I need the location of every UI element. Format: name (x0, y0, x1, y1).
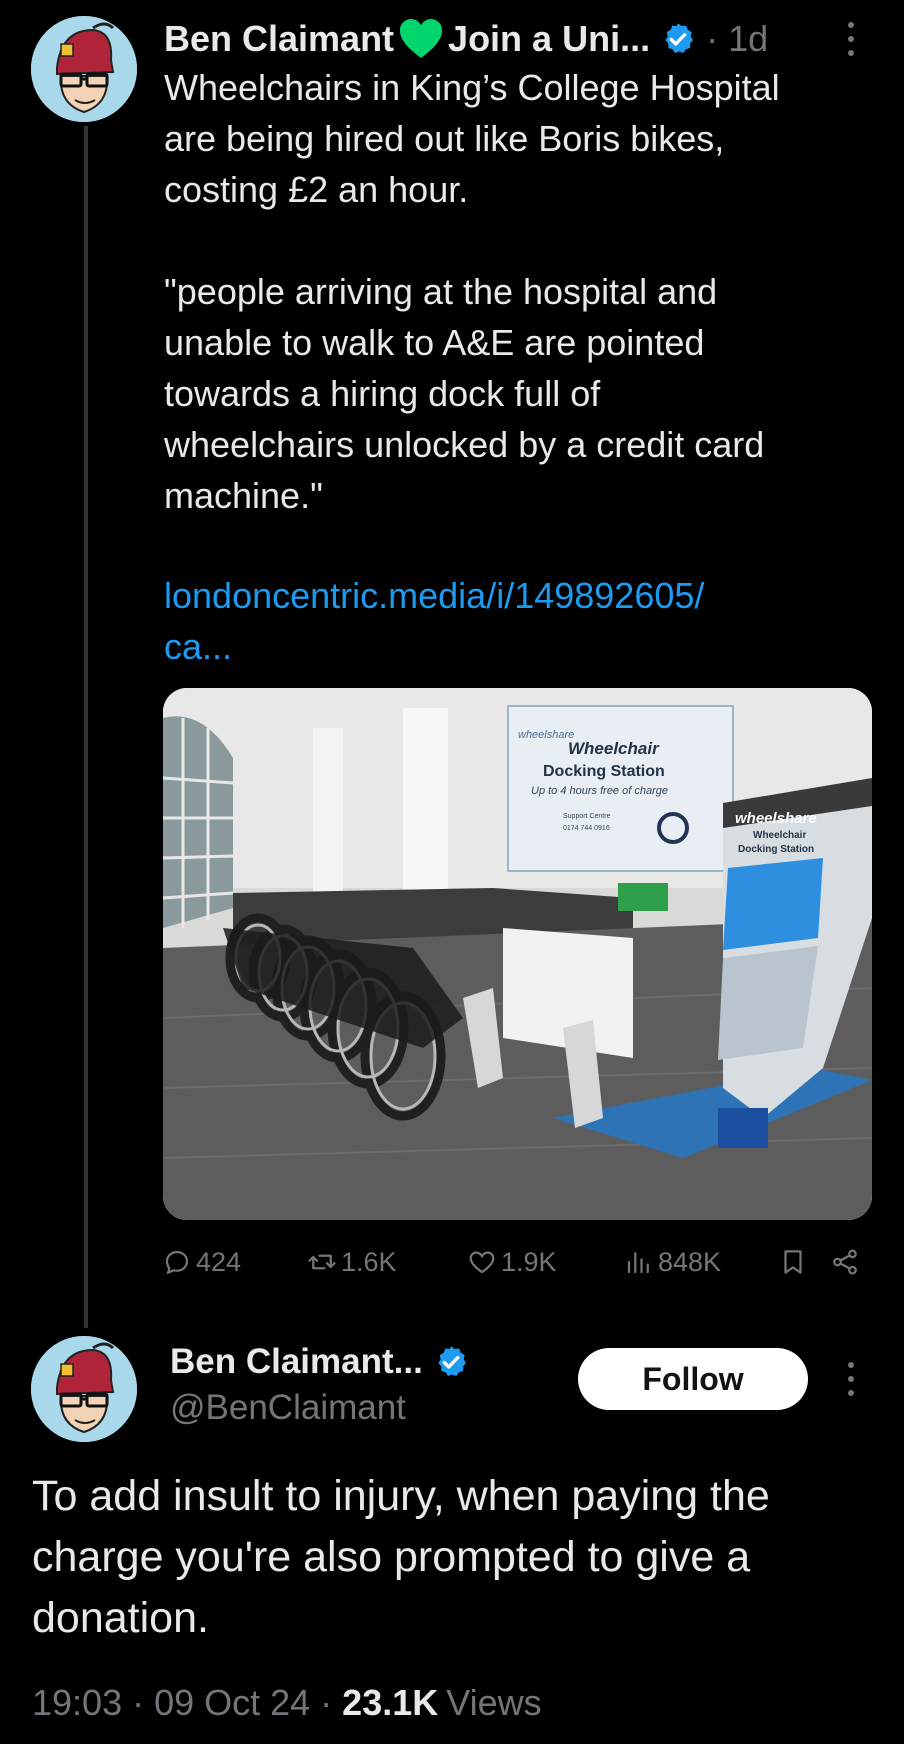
sign-support: Support Centre (563, 813, 611, 820)
follow-button[interactable]: Follow (578, 1348, 808, 1410)
post2-views-count: 23.1K (342, 1682, 439, 1723)
post1-author-suffix[interactable]: Join a Uni... (448, 18, 650, 60)
verified-badge-icon (438, 1346, 466, 1376)
views-button[interactable]: 848K (624, 1244, 721, 1280)
post1-author-name[interactable]: Ben Claimant (164, 18, 394, 60)
repost-icon (308, 1254, 336, 1270)
like-count: 1.9K (501, 1246, 557, 1277)
post2-views-label: Views (446, 1682, 542, 1723)
sign-brand: wheelshare (518, 729, 574, 741)
author-avatar[interactable] (31, 16, 137, 122)
green-heart-icon (400, 19, 443, 58)
repost-count: 1.6K (341, 1246, 397, 1277)
post1-header: Ben Claimant Join a Uni... · 1d (164, 16, 768, 62)
views-count: 848K (658, 1246, 722, 1277)
post1-media-image[interactable]: wheelshare Wheelchair Docking Station Up… (163, 688, 872, 1220)
post2-author-name[interactable]: Ben Claimant... (170, 1342, 423, 1382)
repost-button[interactable]: 1.6K (307, 1244, 397, 1280)
verified-badge-icon (665, 23, 694, 53)
post2-more-icon[interactable] (846, 1362, 856, 1396)
share-icon (833, 1249, 857, 1275)
avatar-cartoon-icon (31, 1336, 137, 1442)
kiosk-sub2: Docking Station (738, 844, 814, 855)
bookmark-icon (784, 1250, 802, 1274)
post2-text: To add insult to injury, when paying the… (32, 1472, 770, 1642)
heart-icon (469, 1251, 495, 1274)
post2-author-row: Ben Claimant... (170, 1338, 469, 1386)
post1-time[interactable]: · 1d (706, 18, 768, 60)
post2-timestamp[interactable]: 19:03 · 09 Oct 24 · (32, 1682, 332, 1724)
kiosk-brand: wheelshare (735, 810, 817, 827)
sign-phone: 0174 744 0916 (563, 825, 610, 832)
sign-title: Wheelchair (568, 739, 660, 758)
analytics-icon (627, 1252, 649, 1274)
reply-icon (165, 1250, 189, 1275)
reply-count: 424 (196, 1246, 242, 1277)
sign-title2: Docking Station (543, 763, 665, 780)
share-button[interactable] (830, 1244, 864, 1280)
post1-action-bar: 424 1.6K 1.9K 848K (162, 1244, 882, 1280)
post1-text: Wheelchairs in King’s College Hospital a… (164, 67, 780, 516)
avatar-cartoon-icon (31, 16, 137, 122)
kiosk-sub: Wheelchair (753, 830, 806, 841)
post2-author-avatar[interactable] (31, 1336, 137, 1442)
thread-connector-line (84, 126, 88, 1328)
post1-link[interactable]: londoncentric.media/i/149892605/ ca... (164, 570, 864, 672)
post1-more-icon[interactable] (846, 22, 856, 56)
bookmark-button[interactable] (778, 1244, 812, 1280)
reply-button[interactable]: 424 (162, 1244, 241, 1280)
post2-meta: 19:03 · 09 Oct 24 · 23.1K Views (32, 1682, 542, 1724)
sign-free: Up to 4 hours free of charge (531, 785, 668, 797)
like-button[interactable]: 1.9K (467, 1244, 557, 1280)
post2-handle[interactable]: @BenClaimant (170, 1388, 406, 1428)
wheelchair-dock-photo: wheelshare Wheelchair Docking Station Up… (163, 688, 872, 1220)
